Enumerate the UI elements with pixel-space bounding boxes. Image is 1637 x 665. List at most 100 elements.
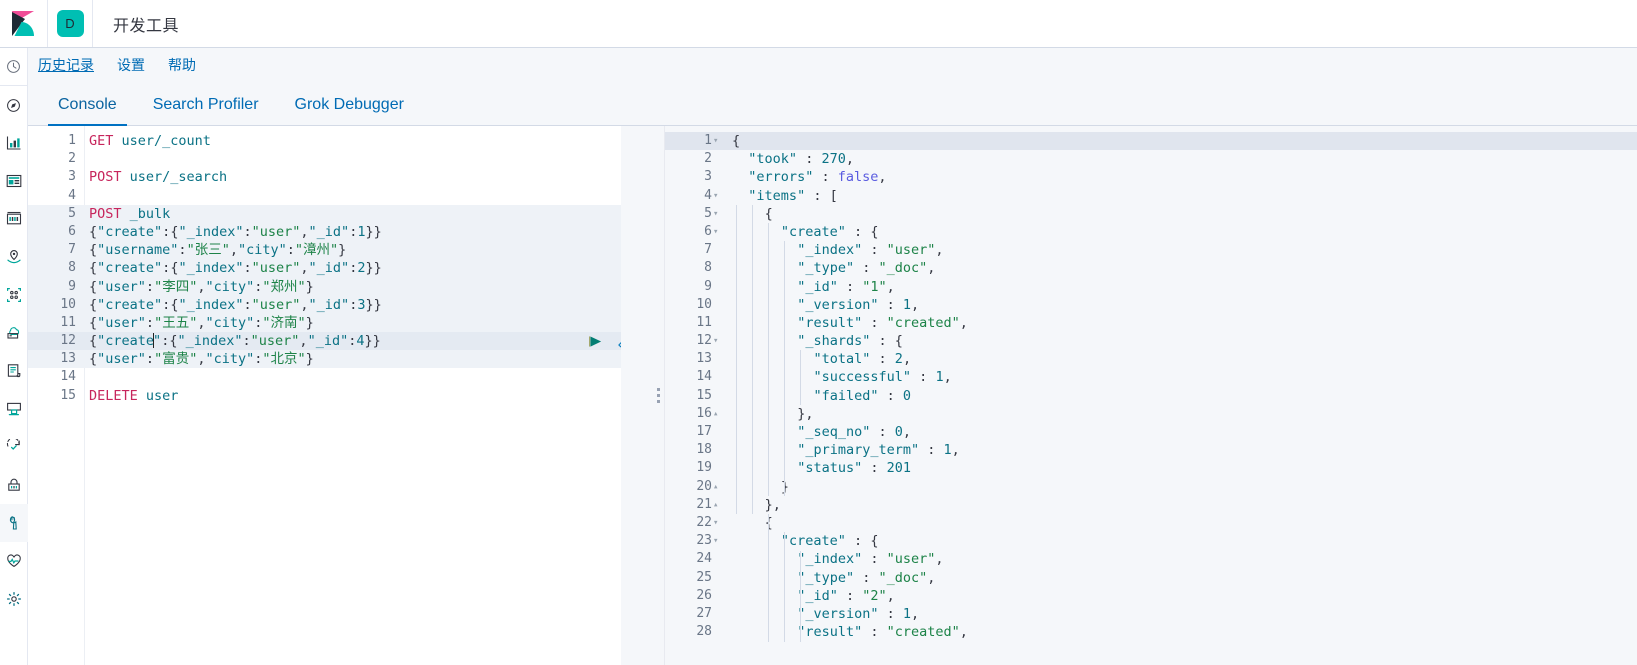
code-token: "	[153, 333, 162, 350]
panel-splitter[interactable]	[621, 126, 665, 665]
subnav-link-settings[interactable]: 设置	[117, 55, 145, 75]
fold-collapse-icon[interactable]: ▾	[713, 223, 723, 241]
fold-collapse-icon[interactable]: ▾	[713, 132, 723, 150]
fold-expand-icon[interactable]: ▴	[713, 496, 723, 514]
sidebar-item-machine-learning[interactable]	[0, 276, 28, 314]
sidebar-item-discover[interactable]	[0, 86, 28, 124]
fold-expand-icon[interactable]: ▴	[713, 478, 723, 496]
code-token: "_id"	[308, 296, 350, 313]
code-token: "user"	[251, 223, 301, 240]
response-editor[interactable]: 1 ▾{2 "took" : 270, 3 "errors" : false, 4 ▾ "it…	[665, 126, 1637, 665]
request-line[interactable]: 5 POST _bulk	[28, 204, 621, 223]
code-token: {	[89, 314, 98, 331]
fold-collapse-icon[interactable]: ▾	[713, 332, 723, 350]
request-line[interactable]: 9 {"user":"李四","city":"郑州"}	[28, 277, 621, 296]
request-line[interactable]: 13 {"user":"富贵","city":"北京"}	[28, 350, 621, 369]
sidebar-item-dev-tools[interactable]	[0, 504, 28, 542]
fold-collapse-icon[interactable]: ▾	[713, 514, 723, 532]
subnav-link-help[interactable]: 帮助	[168, 55, 196, 75]
line-code: "_version" : 1,	[718, 296, 919, 314]
code-token: user/_count	[121, 133, 211, 149]
code-token: {	[894, 333, 903, 350]
line-code: POST user/_search	[85, 168, 227, 186]
line-number: 11	[696, 314, 712, 330]
sidebar-item-dashboard[interactable]	[0, 162, 28, 200]
line-code: "_shards" : {	[718, 332, 903, 350]
indent-guide	[752, 204, 753, 515]
request-editor[interactable]: 1 GET user/_count 2 3 POST user/_search 4 5 POS…	[28, 126, 621, 665]
tab-console[interactable]: Console	[40, 96, 135, 126]
code-token: "1"	[862, 278, 887, 295]
line-code: {	[718, 514, 773, 532]
request-lines[interactable]: 1 GET user/_count 2 3 POST user/_search 4 5 POS…	[28, 126, 621, 405]
indent-guide	[768, 514, 769, 642]
discover-compass-icon	[7, 98, 20, 112]
tab-grok-debugger[interactable]: Grok Debugger	[277, 96, 422, 125]
code-token: "create"	[97, 260, 163, 277]
line-code: "_type" : "_doc",	[718, 569, 935, 587]
request-line[interactable]: 12 {"create":{"_index":"user","_id":4}}	[28, 332, 621, 351]
drag-handle-dots-icon	[657, 388, 660, 403]
request-line[interactable]: 6 {"create":{"_index":"user","_id":1}}	[28, 222, 621, 242]
request-line[interactable]: 4	[28, 187, 621, 205]
line-code: },	[718, 405, 813, 423]
sidebar-item-canvas[interactable]	[0, 200, 28, 238]
code-token: "_index"	[797, 242, 863, 259]
response-line: 18 "_primary_term" : 1,	[665, 441, 1637, 459]
response-line: 3 "errors" : false,	[665, 168, 1637, 186]
line-number: 22 ▾	[665, 514, 718, 532]
code-token: {	[89, 242, 98, 259]
fold-collapse-icon[interactable]: ▾	[713, 187, 723, 205]
code-token: ,	[300, 260, 309, 277]
line-code: "create" : {	[718, 532, 879, 550]
code-token: ,	[886, 587, 895, 604]
code-token: "_shards"	[797, 333, 871, 350]
request-line[interactable]: 10 {"create":{"_index":"user","_id":3}}	[28, 295, 621, 314]
request-editor-pane[interactable]: 1 GET user/_count 2 3 POST user/_search 4 5 POS…	[28, 126, 621, 665]
sidebar-item-recently-viewed[interactable]	[0, 48, 28, 86]
indent-guide	[768, 223, 769, 496]
sidebar-item-logs[interactable]	[0, 352, 28, 390]
code-token: user/_search	[129, 169, 228, 186]
subnav-link-history[interactable]: 历史记录	[38, 55, 94, 75]
line-number: 14	[696, 369, 712, 385]
page-title: 开发工具	[113, 17, 180, 35]
response-editor-pane[interactable]: 1 ▾{2 "took" : 270, 3 "errors" : false, 4 ▾ "it…	[665, 126, 1637, 665]
line-number: 11	[60, 314, 76, 330]
sidebar-item-apm[interactable]	[0, 390, 28, 428]
app-badge: D	[56, 10, 84, 37]
request-line[interactable]: 11 {"user":"王五","city":"济南"}	[28, 313, 621, 333]
code-token: ,	[959, 624, 968, 641]
code-token: :	[870, 333, 895, 350]
request-line[interactable]: 3 POST user/_search	[28, 168, 621, 186]
request-line[interactable]: 8 {"create":{"_index":"user","_id":2}}	[28, 259, 621, 278]
code-token: :	[797, 151, 822, 168]
line-code: "create" : {	[718, 223, 879, 241]
request-line[interactable]: 7 {"username":"张三","city":"漳州"}	[28, 241, 621, 260]
code-token: ,	[927, 569, 936, 586]
request-line[interactable]: 2	[28, 150, 621, 168]
kibana-logo-button[interactable]	[0, 0, 48, 47]
fold-collapse-icon[interactable]: ▾	[713, 205, 723, 223]
code-token: :	[837, 278, 863, 295]
sidebar-item-management[interactable]	[0, 580, 28, 618]
sidebar-item-maps[interactable]	[0, 238, 28, 276]
sidebar-item-monitoring[interactable]	[0, 542, 28, 580]
sidebar-item-siem[interactable]	[0, 466, 28, 504]
primary-nav-rail	[0, 48, 28, 665]
sidebar-item-infrastructure[interactable]	[0, 314, 28, 352]
request-line[interactable]: 14	[28, 368, 621, 386]
request-line[interactable]: 1 GET user/_count	[28, 132, 621, 150]
play-triangle-icon[interactable]	[588, 334, 603, 354]
line-code: {"create":{"_index":"user","_id":1}}	[85, 223, 382, 241]
fold-expand-icon[interactable]: ▴	[713, 405, 723, 423]
sidebar-item-visualize[interactable]	[0, 124, 28, 162]
line-number: 10	[696, 296, 712, 312]
fold-collapse-icon[interactable]: ▾	[713, 532, 723, 550]
request-line[interactable]: 15 DELETE user	[28, 387, 621, 405]
code-token: }	[305, 278, 314, 295]
response-line: 11 "result" : "created",	[665, 314, 1637, 332]
tab-search-profiler[interactable]: Search Profiler	[135, 96, 277, 125]
sidebar-item-uptime[interactable]	[0, 428, 28, 466]
line-code: "_primary_term" : 1,	[718, 441, 960, 459]
